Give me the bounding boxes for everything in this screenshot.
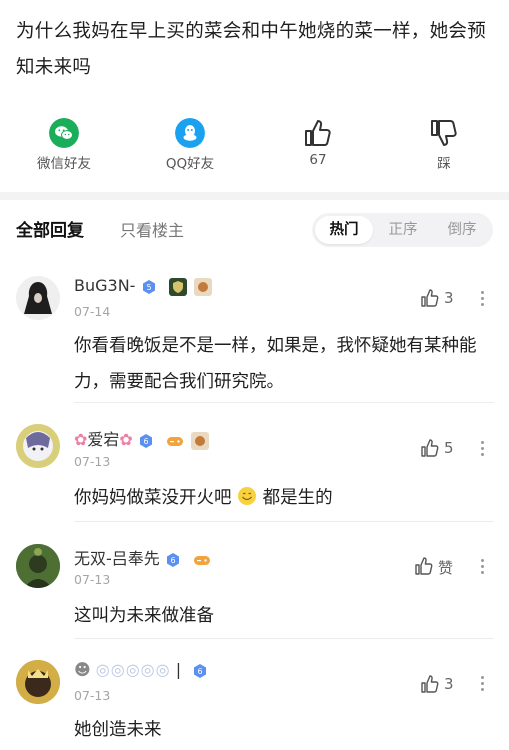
comment-date: 07-14 — [74, 304, 111, 319]
thumbs-up-icon — [305, 120, 331, 146]
avatar[interactable] — [16, 660, 60, 704]
more-options-button[interactable] — [480, 559, 486, 577]
game-badge-icon — [193, 277, 212, 296]
shield-badge-icon — [168, 277, 187, 296]
svg-text:5: 5 — [146, 283, 151, 292]
comment-text: 她创造未来 — [74, 720, 162, 740]
avatar[interactable] — [16, 544, 60, 588]
comment-text-part: 都是生的 — [262, 488, 333, 508]
like-count: 3 — [444, 289, 454, 307]
thumbs-up-icon — [421, 439, 439, 457]
comment-text: 你看看晚饭是不是一样，如果是，我怀疑她有某种能力，需要配合我们研究院。 — [74, 336, 477, 392]
qq-icon — [175, 118, 205, 148]
sort-hot[interactable]: 热门 — [315, 216, 373, 244]
share-wechat-button[interactable]: 微信好友 — [14, 118, 114, 172]
sort-ascending[interactable]: 正序 — [374, 216, 432, 244]
flower-icon: ✿ — [74, 430, 88, 449]
share-qq-label: QQ好友 — [165, 156, 215, 172]
more-options-button[interactable] — [480, 441, 486, 459]
smile-emoji-icon — [238, 487, 257, 505]
comment-divider — [74, 638, 494, 639]
comment-username[interactable]: ☻ ◎◎◎◎◎ | 6 — [74, 660, 208, 679]
svg-text:6: 6 — [198, 667, 203, 676]
comment-date: 07-13 — [74, 454, 111, 469]
like-post-button[interactable]: 67 — [268, 118, 368, 168]
reply-tabs: 全部回复 只看楼主 热门 正序 倒序 — [0, 200, 509, 256]
post-title: 为什么我妈在早上买的菜会和中午她烧的菜一样，她会预知未来吗 — [16, 21, 487, 78]
like-count: 67 — [309, 152, 327, 168]
more-options-button[interactable] — [480, 676, 486, 694]
comment-username[interactable]: 无双-吕奉先 6 — [74, 545, 212, 570]
ghost-icon: ☻ — [74, 660, 91, 679]
avatar[interactable] — [16, 424, 60, 468]
comment-username[interactable]: BuG3N- 5 — [74, 276, 213, 297]
gamepad-badge-icon — [167, 436, 184, 446]
decor-circles-icon: ◎◎◎◎◎ — [95, 660, 171, 679]
flower-icon: ✿ — [119, 430, 133, 449]
level-badge-icon: 6 — [166, 552, 179, 567]
comment-divider — [74, 402, 494, 403]
thumbs-up-icon — [421, 289, 439, 307]
username-text: | — [175, 660, 182, 679]
comment-text: 这叫为未来做准备 — [74, 606, 214, 626]
avatar-anime-icon — [16, 424, 60, 468]
more-options-button[interactable] — [480, 291, 486, 309]
svg-text:6: 6 — [143, 437, 148, 446]
like-label: 赞 — [438, 559, 454, 577]
thumbs-down-icon — [431, 120, 457, 146]
comment-date: 07-13 — [74, 572, 111, 587]
comment-date: 07-13 — [74, 688, 111, 703]
tab-all-replies[interactable]: 全部回复 — [16, 216, 84, 241]
share-qq-button[interactable]: QQ好友 — [140, 118, 240, 172]
wechat-icon — [49, 118, 79, 148]
like-count: 5 — [444, 439, 454, 457]
like-count: 3 — [444, 675, 454, 693]
username-text: BuG3N- — [74, 276, 136, 295]
dislike-post-button[interactable]: 踩 — [394, 118, 494, 172]
share-row: 微信好友 QQ好友 67 踩 — [0, 118, 509, 178]
thumbs-up-icon — [421, 675, 439, 693]
dislike-label: 踩 — [437, 156, 451, 172]
avatar-warrior-icon — [16, 544, 60, 588]
svg-text:6: 6 — [170, 556, 175, 565]
comment-divider — [74, 521, 494, 522]
comment-username[interactable]: ✿爱宕✿ 6 — [74, 426, 210, 451]
username-text: 无双-吕奉先 — [74, 549, 160, 568]
comment-text-part: 你妈妈做菜没开火吧 — [74, 488, 232, 508]
avatar-crown-icon — [16, 660, 60, 704]
avatar-figure-icon — [16, 276, 60, 320]
comment-text: 你妈妈做菜没开火吧 都是生的 — [74, 480, 489, 516]
level-badge-icon: 6 — [139, 433, 152, 448]
level-badge-icon: 5 — [142, 279, 155, 294]
section-divider — [0, 192, 509, 200]
share-wechat-label: 微信好友 — [37, 156, 91, 172]
tab-op-only[interactable]: 只看楼主 — [120, 217, 184, 241]
sort-segmented-control: 热门 正序 倒序 — [312, 213, 493, 247]
game-badge-icon — [191, 431, 210, 450]
username-text: 爱宕 — [87, 430, 120, 449]
avatar[interactable] — [16, 276, 60, 320]
gamepad-badge-icon — [193, 555, 210, 565]
thumbs-up-icon — [415, 557, 433, 575]
sort-descending[interactable]: 倒序 — [433, 216, 491, 244]
level-badge-icon: 6 — [194, 663, 207, 678]
